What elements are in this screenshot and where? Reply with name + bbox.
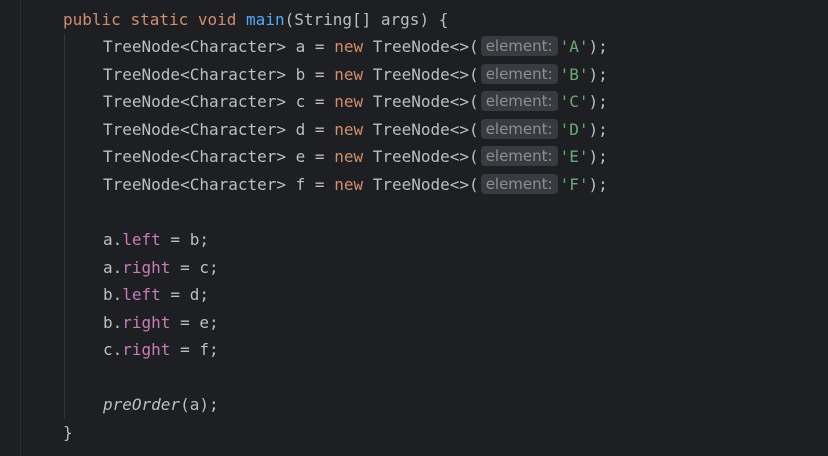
char-literal: 'B'	[559, 65, 589, 84]
inlay-parameter-hint: element:	[480, 91, 558, 111]
call-args: (a);	[180, 395, 219, 414]
object-ref: b.	[103, 313, 123, 332]
code-line-signature[interactable]: public static void main(String[] args) {	[63, 8, 448, 32]
type-name: TreeNode<Character>	[103, 147, 296, 166]
field-name: right	[122, 313, 171, 332]
assignment-rest: = e;	[170, 313, 219, 332]
keyword-new: new	[334, 175, 364, 194]
method-params: (String[] args) {	[284, 10, 449, 29]
keyword-public: public	[63, 10, 121, 29]
char-literal: 'E'	[559, 147, 589, 166]
assignment-rest: = c;	[170, 258, 219, 277]
statement-end: );	[588, 92, 608, 111]
variable-name: d =	[295, 120, 335, 139]
code-line-declaration[interactable]: TreeNode<Character> a = new TreeNode<>(e…	[103, 35, 608, 59]
assignment-rest: = d;	[160, 285, 209, 304]
object-ref: a.	[103, 230, 123, 249]
code-line-declaration[interactable]: TreeNode<Character> d = new TreeNode<>(e…	[103, 118, 608, 142]
code-line-assignment[interactable]: a.left = b;	[103, 228, 209, 252]
code-line-assignment[interactable]: c.right = f;	[103, 338, 219, 362]
variable-name: f =	[295, 175, 335, 194]
assignment-rest: = b;	[160, 230, 209, 249]
keyword-new: new	[334, 147, 364, 166]
inlay-parameter-hint: element:	[480, 174, 558, 194]
constructor-call: TreeNode<>(	[363, 92, 479, 111]
static-method-call: preOrder	[103, 395, 181, 414]
statement-end: );	[588, 147, 608, 166]
keyword-void: void	[197, 10, 237, 29]
type-name: TreeNode<Character>	[103, 65, 296, 84]
constructor-call: TreeNode<>(	[363, 120, 479, 139]
object-ref: c.	[103, 340, 123, 359]
keyword-new: new	[334, 92, 364, 111]
char-literal: 'C'	[559, 92, 589, 111]
closing-brace: }	[63, 423, 73, 442]
constructor-call: TreeNode<>(	[363, 147, 479, 166]
type-name: TreeNode<Character>	[103, 37, 296, 56]
code-line-declaration[interactable]: TreeNode<Character> e = new TreeNode<>(e…	[103, 145, 608, 169]
field-name: left	[122, 285, 161, 304]
char-literal: 'D'	[559, 120, 589, 139]
field-name: left	[122, 230, 161, 249]
inlay-parameter-hint: element:	[480, 36, 558, 56]
type-name: TreeNode<Character>	[103, 120, 296, 139]
object-ref: b.	[103, 285, 123, 304]
variable-name: e =	[295, 147, 335, 166]
code-line-assignment[interactable]: a.right = c;	[103, 256, 219, 280]
field-name: right	[122, 258, 171, 277]
statement-end: );	[588, 65, 608, 84]
gutter-divider	[20, 0, 21, 456]
constructor-call: TreeNode<>(	[363, 37, 479, 56]
statement-end: );	[588, 175, 608, 194]
indent-guide	[64, 34, 65, 418]
keyword-new: new	[334, 120, 364, 139]
assignment-rest: = f;	[170, 340, 219, 359]
field-name: right	[122, 340, 171, 359]
method-name: main	[246, 10, 285, 29]
code-line-assignment[interactable]: b.right = e;	[103, 311, 219, 335]
code-line-declaration[interactable]: TreeNode<Character> f = new TreeNode<>(e…	[103, 173, 608, 197]
statement-end: );	[588, 37, 608, 56]
code-editor[interactable]: public static void main(String[] args) {…	[0, 0, 828, 456]
char-literal: 'F'	[559, 175, 589, 194]
keyword-new: new	[334, 37, 364, 56]
type-name: TreeNode<Character>	[103, 175, 296, 194]
constructor-call: TreeNode<>(	[363, 175, 479, 194]
inlay-parameter-hint: element:	[480, 64, 558, 84]
code-line-declaration[interactable]: TreeNode<Character> c = new TreeNode<>(e…	[103, 90, 608, 114]
statement-end: );	[588, 120, 608, 139]
code-line-closing-brace[interactable]: }	[63, 421, 73, 445]
code-line-declaration[interactable]: TreeNode<Character> b = new TreeNode<>(e…	[103, 63, 608, 87]
variable-name: a =	[295, 37, 335, 56]
type-name: TreeNode<Character>	[103, 92, 296, 111]
object-ref: a.	[103, 258, 123, 277]
code-line-call[interactable]: preOrder(a);	[103, 393, 219, 417]
char-literal: 'A'	[559, 37, 589, 56]
keyword-static: static	[130, 10, 189, 29]
variable-name: c =	[295, 92, 335, 111]
variable-name: b =	[295, 65, 335, 84]
keyword-new: new	[334, 65, 364, 84]
constructor-call: TreeNode<>(	[363, 65, 479, 84]
inlay-parameter-hint: element:	[480, 146, 558, 166]
inlay-parameter-hint: element:	[480, 119, 558, 139]
code-line-assignment[interactable]: b.left = d;	[103, 283, 209, 307]
